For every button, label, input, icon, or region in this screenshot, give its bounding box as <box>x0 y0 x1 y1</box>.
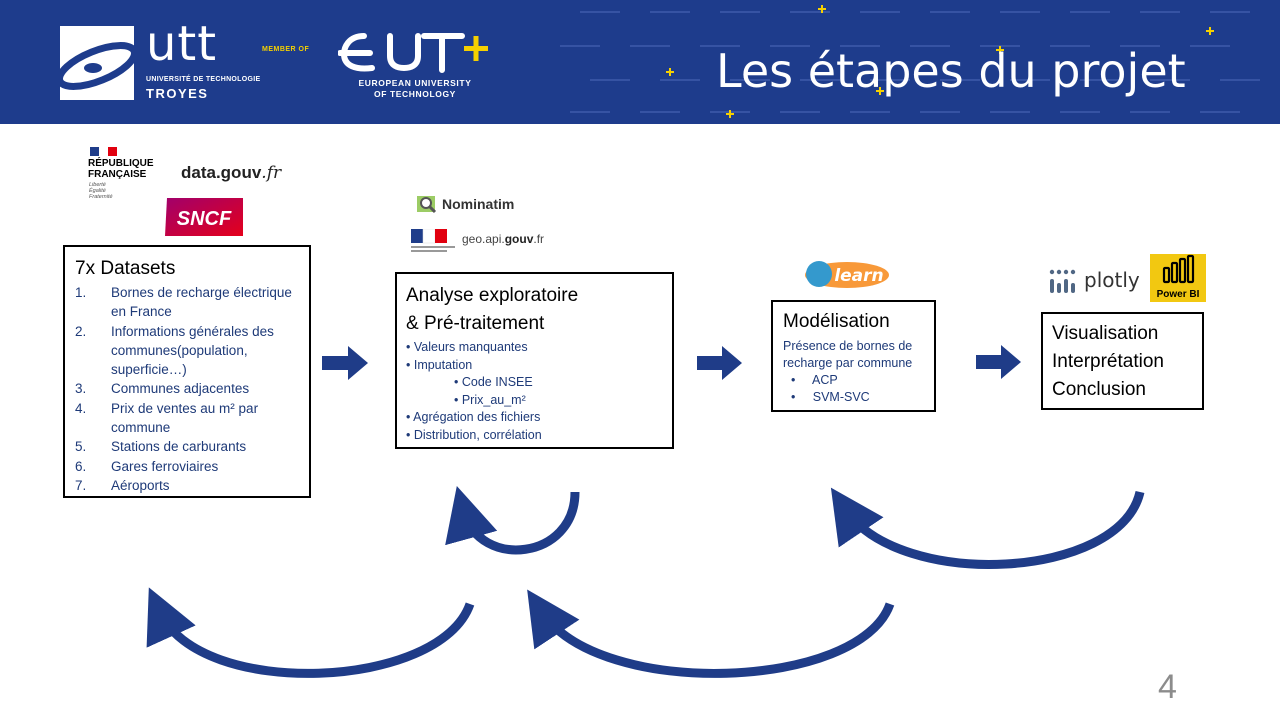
nominatim-logo: Nominatim <box>442 196 515 212</box>
utt-subtitle: UNIVERSITÉ DE TECHNOLOGIE <box>146 76 261 83</box>
analysis-title-line2: & Pré-traitement <box>406 313 545 334</box>
power-bi-label: Power BI <box>1156 289 1200 300</box>
arrow-right-icon <box>322 346 368 380</box>
visualisation-line: Visualisation <box>1052 323 1159 344</box>
page-number: 4 <box>1158 668 1177 706</box>
list-item: 2. Informations générales des communes(po… <box>75 323 274 378</box>
list-item: 1. Bornes de recharge électrique en Franc… <box>75 285 292 320</box>
arrow-right-icon <box>976 345 1021 379</box>
plotly-logo: plotly <box>1084 268 1140 292</box>
header-banner: utt UNIVERSITÉ DE TECHNOLOGIE TROYES MEM… <box>0 0 1280 124</box>
loop-arrow-icon <box>445 485 580 555</box>
visualisation-box: Visualisation Interprétation Conclusion <box>1041 312 1204 410</box>
data-gouv-logo: data.gouv.fr <box>181 163 282 183</box>
republique-motto: Liberté Égalité Fraternité <box>89 182 113 200</box>
sklearn-wordmark: learn <box>834 266 883 286</box>
eut-logo-icon <box>338 33 488 73</box>
modeling-box: Modélisation Présence de bornes de recha… <box>771 300 936 412</box>
list-item: • Code INSEE <box>454 375 533 389</box>
list-item: • Imputation <box>406 357 473 372</box>
analysis-list: • Valeurs manquantes • Imputation • Code… <box>406 339 664 444</box>
datasets-list: 1. Bornes de recharge électrique en Franc… <box>65 283 303 495</box>
datasets-box: 7x Datasets 1. Bornes de recharge électri… <box>63 245 311 498</box>
geo-api-logo-icon <box>411 229 455 252</box>
loop-arrow-icon <box>146 587 475 678</box>
loop-arrow-icon <box>527 589 895 678</box>
utt-wordmark: utt <box>146 16 218 72</box>
conclusion-line: Conclusion <box>1052 379 1146 400</box>
datasets-title: 7x Datasets <box>75 258 176 279</box>
loop-arrow-icon <box>830 487 1145 569</box>
list-item: • ACP <box>791 373 838 387</box>
scikit-learn-logo-icon: learn <box>805 261 889 288</box>
list-item: • Valeurs manquantes <box>406 340 528 354</box>
list-item: 7. Aéroports <box>75 477 170 493</box>
list-item: • Distribution, corrélation <box>406 427 542 442</box>
republique-francaise-text: RÉPUBLIQUE FRANÇAISE <box>88 158 154 180</box>
utt-city: TROYES <box>146 86 209 101</box>
feedback-arrows <box>146 485 1145 678</box>
list-item: • SVM-SVC <box>791 390 870 404</box>
list-item: 3. Communes adjacentes <box>75 381 250 397</box>
eut-name: EUROPEAN UNIVERSITY OF TECHNOLOGY <box>358 78 472 99</box>
list-item: 4. Prix de ventes au m² par commune <box>75 400 259 436</box>
slide-title: Les étapes du projet <box>716 44 1186 98</box>
sncf-wordmark: SNCF <box>177 208 232 230</box>
utt-logo-icon <box>55 26 139 100</box>
analysis-box: Analyse exploratoire & Pré-traitement • … <box>395 272 674 449</box>
list-item: 5. Stations de carburants <box>75 439 247 455</box>
analysis-title-line1: Analyse exploratoire <box>406 285 579 306</box>
modeling-list: • ACP • SVM-SVC <box>783 372 928 406</box>
sncf-logo-icon: SNCF <box>165 198 243 236</box>
magnifier-map-icon <box>417 196 437 214</box>
list-item: • Prix_au_m² <box>454 392 526 407</box>
member-of-label: MEMBER OF <box>262 46 310 53</box>
geo-api-logo: geo.api.gouv.fr <box>462 232 545 246</box>
list-item: 6. Gares ferroviaires <box>75 458 219 474</box>
modeling-title: Modélisation <box>783 311 890 332</box>
plotly-logo-icon <box>1049 269 1076 293</box>
arrow-right-icon <box>697 346 742 380</box>
modeling-description: Présence de bornes de recharge par commu… <box>783 339 913 370</box>
interpretation-line: Interprétation <box>1052 351 1164 372</box>
list-item: • Agrégation des fichiers <box>406 410 541 424</box>
